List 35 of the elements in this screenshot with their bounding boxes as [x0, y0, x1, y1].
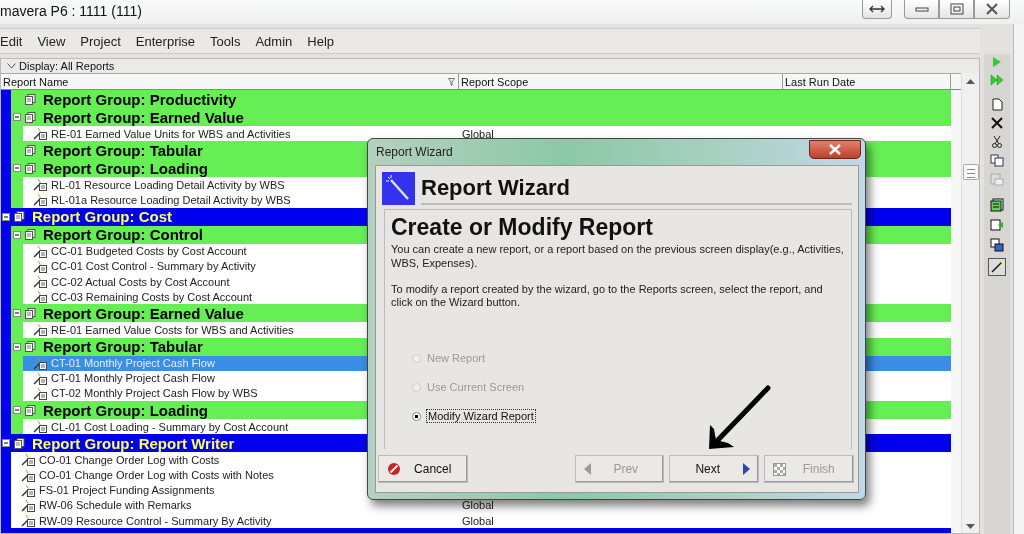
report-name: CO-01 Change Order Log with Costs — [39, 453, 220, 466]
page-heading: Create or Modify Report — [391, 214, 654, 241]
group-label: Report Group: Report Writer — [32, 434, 235, 452]
report-scope: Global — [462, 127, 494, 140]
report-name: CT-02 Monthly Project Cash Flow by WBS — [51, 387, 258, 400]
description-text: To modify a report created by the wizard, go to the Reports screen, select the report, and click on the Wizard button. — [391, 282, 824, 310]
report-name: RL-01 Resource Loading Detail Activity by WBS — [51, 178, 285, 191]
report-name: CC-01 Budgeted Costs by Cost Account — [51, 245, 247, 258]
group-label: Report Group: Loading — [43, 159, 208, 177]
group-label: Report Group: Cost — [32, 208, 172, 226]
report-name: CC-02 Actual Costs by Cost Account — [51, 275, 230, 288]
report-scope: Global — [462, 514, 494, 527]
report-name: CC-03 Remaining Costs by Cost Account — [51, 290, 253, 303]
dialog-title: Report Wizard — [376, 145, 453, 159]
group-label: Report Group: Earned Value — [43, 108, 244, 126]
report-name: CT-01 Monthly Project Cash Flow — [51, 357, 215, 370]
window-title: mavera P6 : 1111 (111) — [0, 3, 142, 19]
report-name: RL-01a Resource Loading Detail Activity by WBS — [51, 193, 291, 206]
report-name: CT-01 Monthly Project Cash Flow — [51, 372, 215, 385]
report-name: CL-01 Cost Loading - Summary by Cost Account — [51, 420, 289, 433]
report-name: CC-01 Cost Control - Summary by Activity — [51, 260, 256, 273]
report-name: RE-01 Earned Value Units for WBS and Activities — [51, 127, 291, 140]
report-name: RE-01 Earned Value Costs for WBS and Activities — [51, 323, 294, 336]
report-scope: Global — [462, 499, 494, 512]
group-label: Report Group: Earned Value — [43, 304, 244, 322]
group-label: Report Group: Productivity — [43, 90, 237, 108]
group-label: Report Group: Loading — [43, 401, 208, 419]
group-label: Report Group: Tabular — [43, 338, 203, 355]
group-label: Report Group: Control — [43, 226, 203, 244]
group-label: Report Group: Tabular — [43, 141, 203, 159]
report-name: RW-06 Schedule with Remarks — [39, 499, 192, 512]
report-name: CO-01 Change Order Log with Costs with Notes — [39, 469, 274, 482]
report-name: FS-01 Project Funding Assignments — [39, 484, 215, 497]
wizard-header: Report Wizard — [421, 175, 852, 205]
report-name: RW-09 Resource Control - Summary By Activity — [39, 514, 272, 527]
